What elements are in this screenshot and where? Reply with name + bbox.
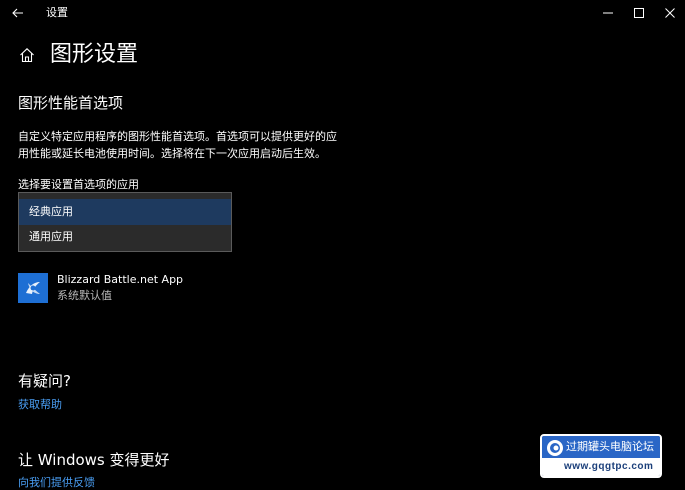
dropdown-option-classic-app[interactable]: 经典应用 — [19, 199, 231, 225]
app-name: Blizzard Battle.net App — [57, 273, 184, 286]
section-title: 图形性能首选项 — [18, 94, 124, 112]
app-type-label: 选择要设置首选项的应用 — [18, 178, 139, 191]
get-help-link[interactable]: 获取帮助 — [18, 397, 62, 413]
maximize-icon — [633, 8, 644, 18]
description-line: 用性能或延长电池使用时间。选择将在下一次应用启动后生效。 — [18, 147, 326, 160]
site-watermark: 过期罐头电脑论坛 www.gqgtpc.com — [540, 434, 662, 478]
minimize-button[interactable] — [592, 0, 623, 26]
app-type-dropdown-flyout: 经典应用 通用应用 — [18, 192, 232, 252]
back-arrow-icon — [12, 8, 23, 18]
window-title: 设置 — [46, 6, 68, 19]
help-heading: 有疑问? — [18, 372, 71, 390]
watermark-logo-icon — [547, 440, 563, 456]
watermark-url: www.gqgtpc.com — [564, 461, 654, 472]
improve-heading: 让 Windows 变得更好 — [18, 451, 170, 469]
app-preference: 系统默认值 — [57, 289, 112, 302]
feedback-link[interactable]: 向我们提供反馈 — [18, 475, 95, 490]
description-line: 自定义特定应用程序的图形性能首选项。首选项可以提供更好的应 — [18, 130, 337, 143]
page-header: 图形设置 — [18, 40, 138, 70]
app-list-item[interactable]: Blizzard Battle.net App 系统默认值 — [18, 270, 183, 306]
home-button[interactable] — [18, 46, 36, 64]
section-description: 自定义特定应用程序的图形性能首选项。首选项可以提供更好的应 用性能或延长电池使用… — [18, 128, 363, 162]
battlenet-logo-icon — [26, 282, 40, 294]
back-button[interactable] — [8, 4, 28, 22]
title-bar: 设置 — [0, 0, 685, 26]
close-button[interactable] — [654, 0, 685, 26]
battlenet-app-icon — [18, 273, 48, 303]
close-icon — [664, 8, 675, 18]
watermark-site-name: 过期罐头电脑论坛 — [566, 440, 654, 453]
page-title: 图形设置 — [50, 42, 139, 67]
app-texts: Blizzard Battle.net App 系统默认值 — [57, 270, 183, 304]
home-icon — [20, 48, 34, 63]
window-controls — [592, 0, 685, 26]
dropdown-option-universal-app[interactable]: 通用应用 — [19, 224, 231, 250]
maximize-button[interactable] — [623, 0, 654, 26]
settings-window: 设置 图形设置 图形性能首选项 自定义特定应用程序的图形性能首选项。首选项可以提… — [0, 0, 685, 490]
minimize-icon — [602, 12, 613, 14]
